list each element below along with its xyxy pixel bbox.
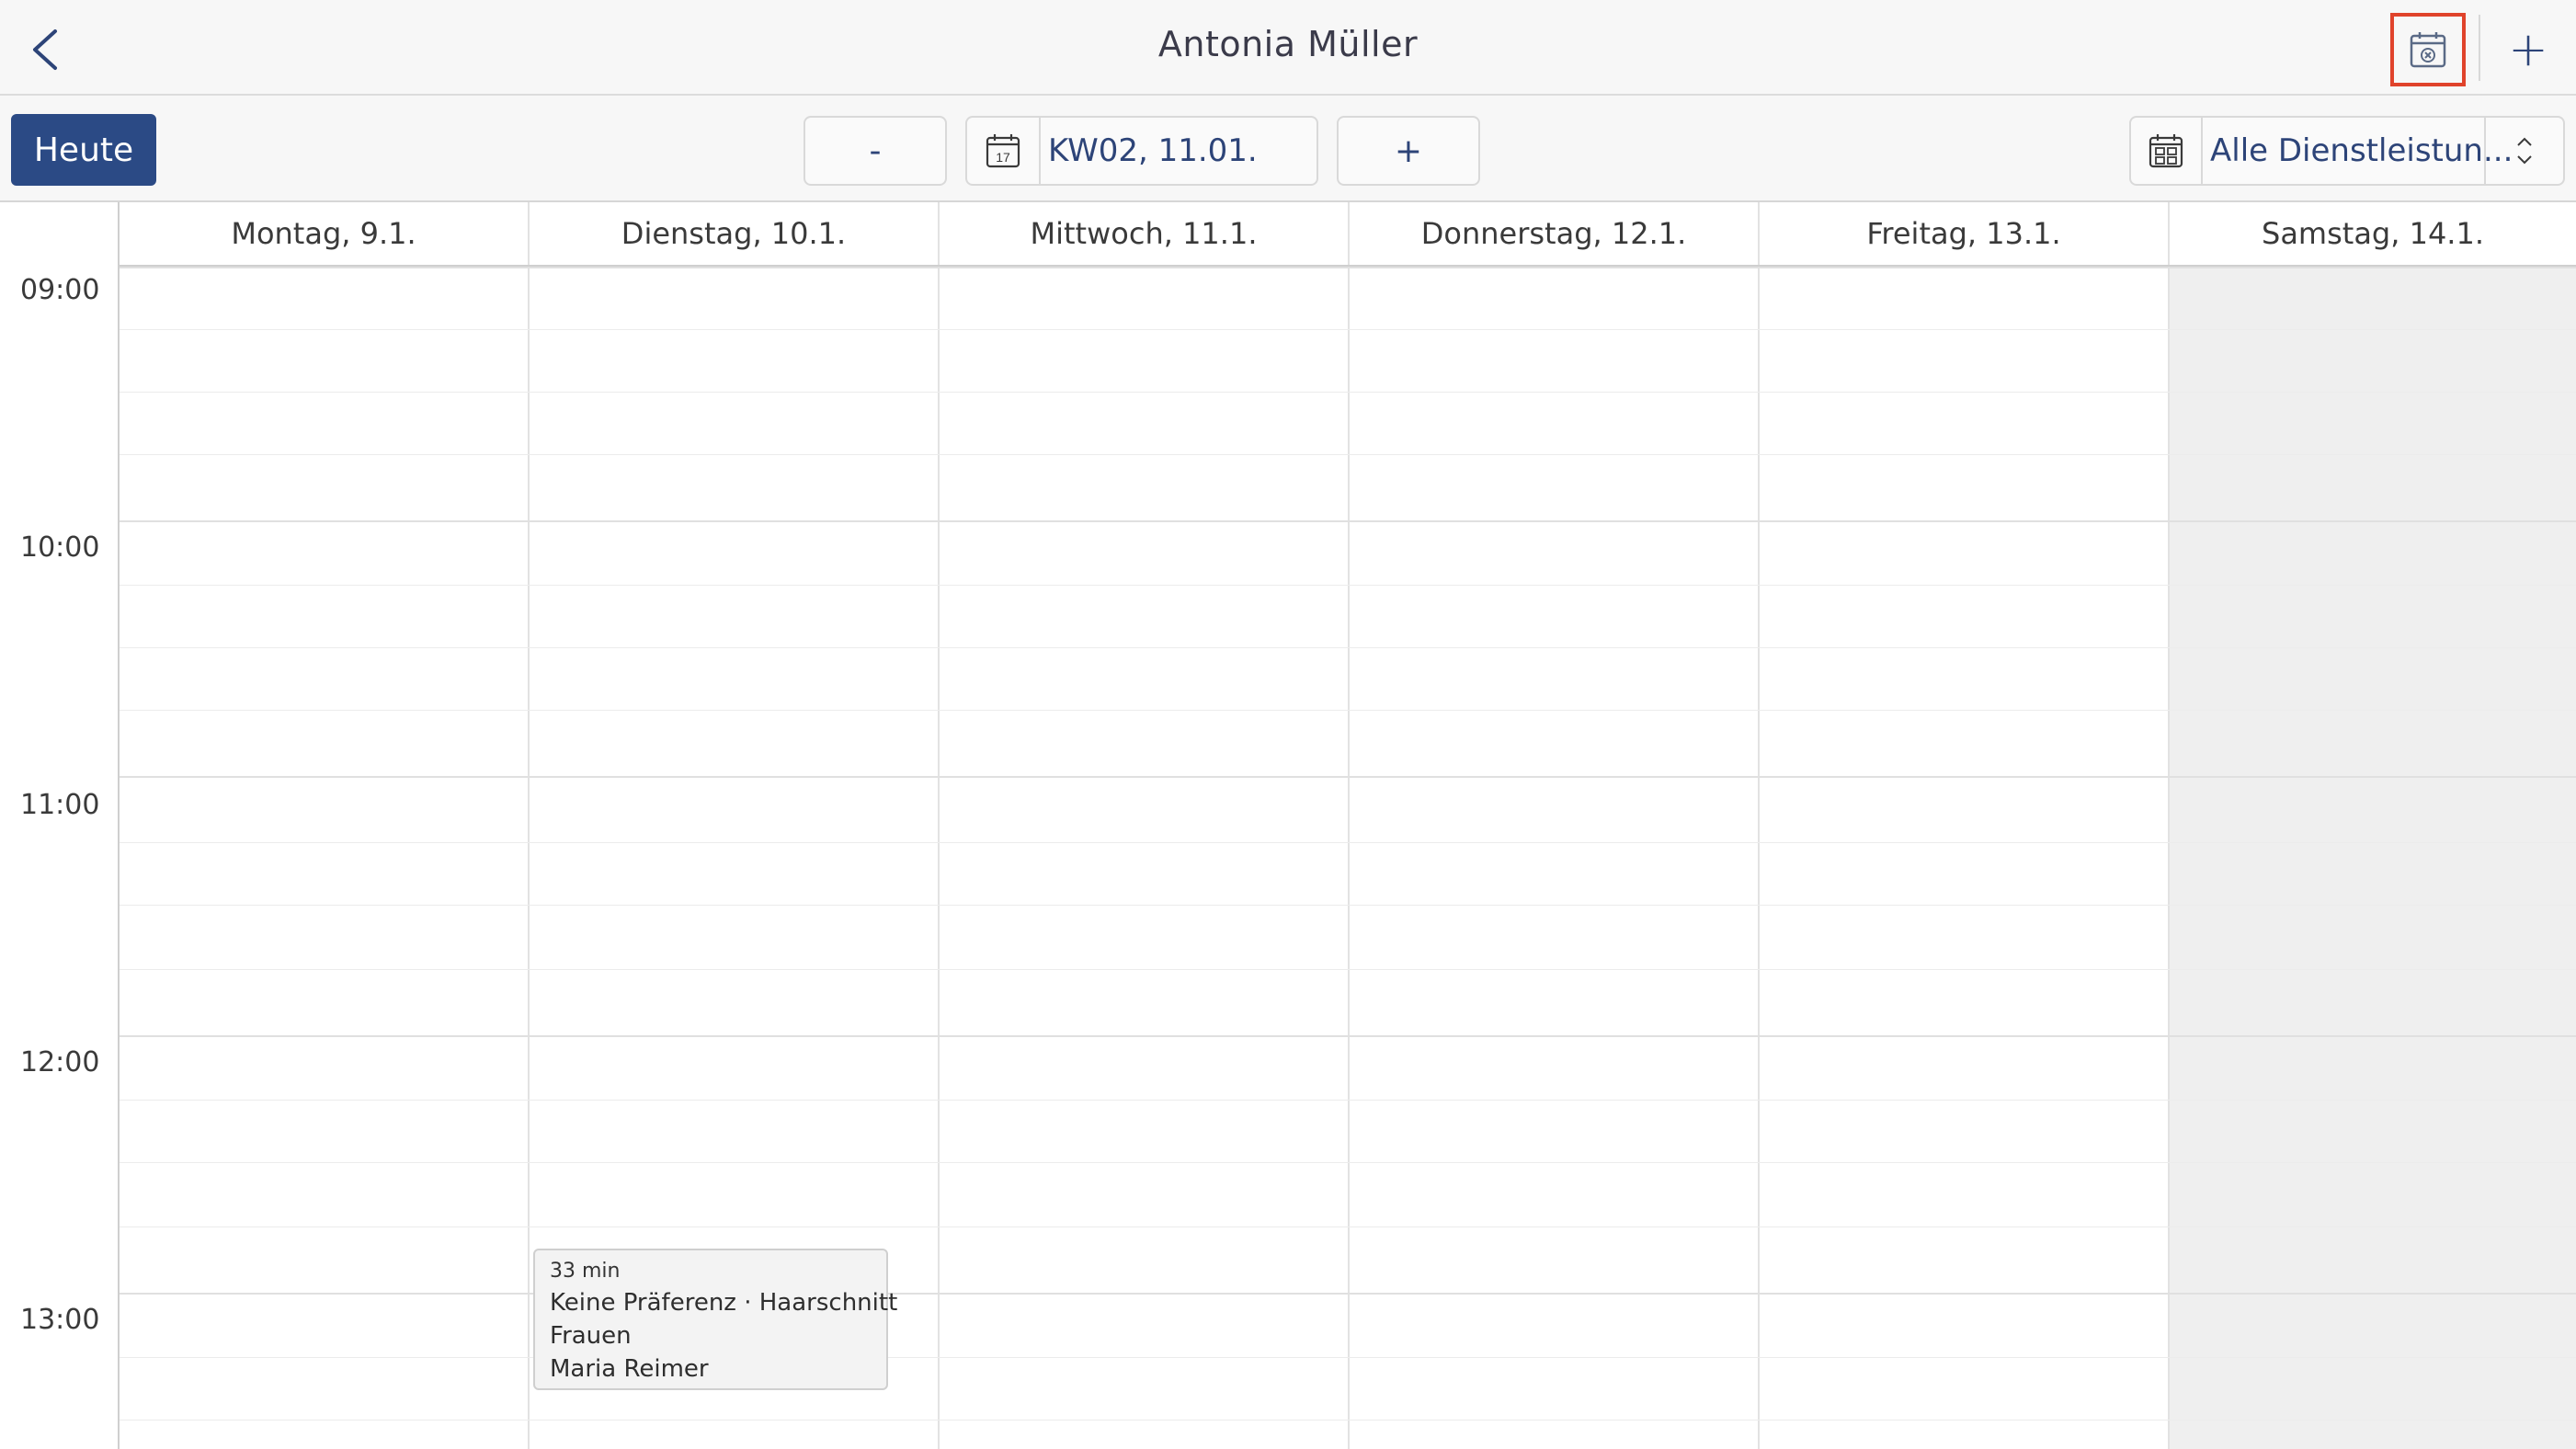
today-button[interactable]: Heute	[11, 114, 156, 186]
quarter-line	[120, 1100, 2576, 1101]
calendar-icon: 17	[986, 134, 1020, 168]
day-column-friday[interactable]	[1760, 267, 2170, 1449]
day-column-wednesday[interactable]	[940, 267, 1350, 1449]
hour-line	[120, 1035, 2576, 1037]
time-column: 09:00 10:00 11:00 12:00 13:00	[0, 202, 120, 1449]
quarter-line	[120, 710, 2576, 711]
quarter-line	[120, 905, 2576, 906]
hour-line	[120, 776, 2576, 778]
appointment-card[interactable]: 33 min Keine Präferenz · Haarschnitt Fra…	[533, 1249, 898, 1390]
service-value: Alle Dienstleistun...	[2210, 132, 2513, 169]
quarter-line	[120, 1357, 2576, 1358]
appointment-service: Keine Präferenz · Haarschnitt	[550, 1289, 898, 1317]
time-label: 10:00	[20, 531, 100, 564]
add-appointment-button[interactable]: +	[2491, 17, 2565, 83]
service-icon-cell	[2131, 118, 2203, 184]
calendar-icon-day: 17	[996, 150, 1010, 165]
calendar-grid-icon	[2149, 134, 2183, 168]
quarter-line	[120, 454, 2576, 455]
toolbar: Heute - 17 KW02, 11.01. + Alle Dienstlei…	[0, 96, 2576, 200]
chevron-up-down-icon	[2517, 137, 2532, 165]
hour-line	[120, 1293, 2576, 1295]
week-calendar-grid: 09:00 10:00 11:00 12:00 13:00 Montag, 9.…	[0, 200, 2576, 1449]
date-icon-cell: 17	[967, 118, 1041, 184]
time-label: 09:00	[20, 274, 100, 306]
header-divider	[2479, 15, 2480, 81]
next-week-button[interactable]: +	[1337, 116, 1480, 186]
hour-line	[120, 267, 2576, 268]
page-title: Antonia Müller	[1157, 24, 1419, 64]
date-value: KW02, 11.01.	[1048, 132, 1258, 169]
quarter-line	[120, 585, 2576, 586]
day-column-saturday[interactable]	[2170, 267, 2576, 1449]
day-column-monday[interactable]	[120, 267, 530, 1449]
quarter-line	[120, 329, 2576, 330]
quarter-line	[120, 647, 2576, 648]
day-header: Freitag, 13.1.	[1760, 202, 2170, 265]
previous-week-button[interactable]: -	[804, 116, 947, 186]
appointment-category: Frauen	[550, 1322, 632, 1350]
quarter-line	[120, 392, 2576, 393]
day-header: Montag, 9.1.	[120, 202, 530, 265]
day-header: Mittwoch, 11.1.	[940, 202, 1350, 265]
time-label: 13:00	[20, 1304, 100, 1336]
calendar-app: Antonia Müller + Heute - 17 KW02, 11.01.…	[0, 0, 2576, 1449]
quarter-line	[120, 842, 2576, 843]
cancel-appointments-button[interactable]	[2390, 13, 2466, 86]
day-header: Samstag, 14.1.	[2262, 216, 2484, 251]
quarter-line	[120, 969, 2576, 970]
appointment-duration: 33 min	[550, 1260, 621, 1283]
day-header: Dienstag, 10.1.	[530, 202, 940, 265]
service-select[interactable]: Alle Dienstleistun...	[2129, 116, 2565, 186]
day-column-thursday[interactable]	[1350, 267, 1760, 1449]
quarter-line	[120, 1162, 2576, 1163]
appointment-customer: Maria Reimer	[550, 1355, 709, 1383]
calendar-cancel-icon	[2410, 32, 2446, 68]
day-header-row: Montag, 9.1. Dienstag, 10.1. Mittwoch, 1…	[120, 202, 2576, 267]
header-bar: Antonia Müller +	[0, 0, 2576, 96]
hour-line	[120, 520, 2576, 522]
date-picker[interactable]: 17 KW02, 11.01.	[965, 116, 1318, 186]
time-label: 11:00	[20, 789, 100, 821]
day-header: Donnerstag, 12.1.	[1350, 202, 1760, 265]
time-label: 12:00	[20, 1046, 100, 1078]
service-select-chevron[interactable]	[2484, 118, 2563, 184]
